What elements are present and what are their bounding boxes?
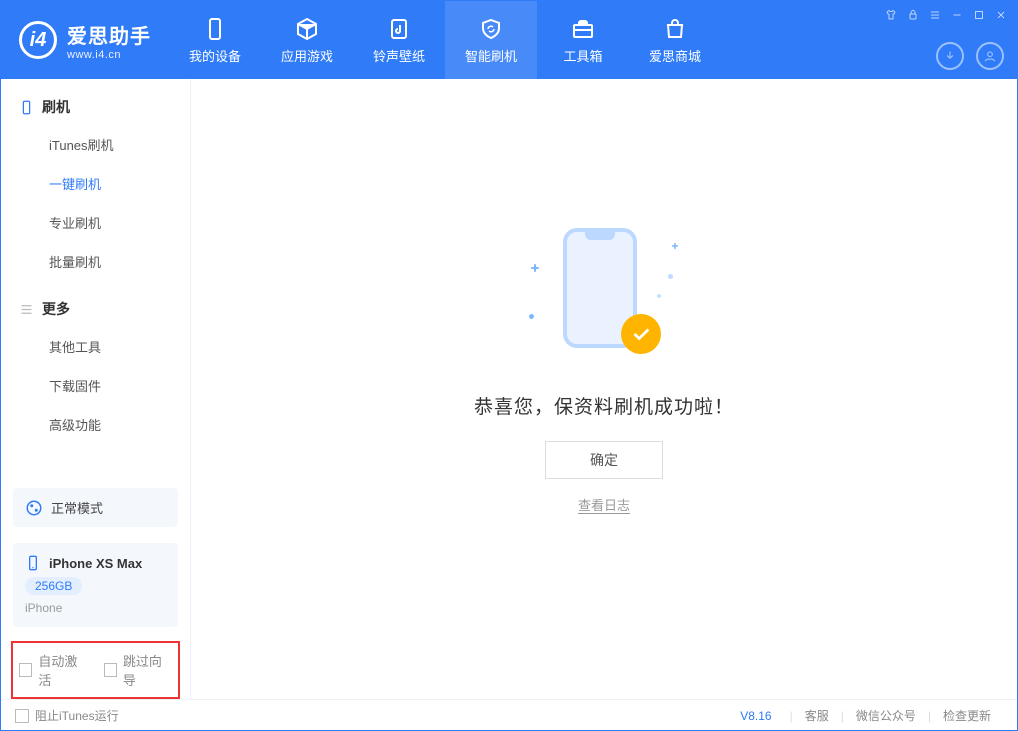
sidebar-item-onekey-flash[interactable]: 一键刷机: [1, 164, 190, 203]
toolbox-icon: [570, 16, 596, 42]
cube-icon: [294, 16, 320, 42]
nav-label: 智能刷机: [465, 46, 517, 65]
nav-flash[interactable]: 智能刷机: [445, 1, 537, 79]
main-nav: 我的设备 应用游戏 铃声壁纸 智能刷机 工具箱 爱思商城: [169, 1, 885, 79]
nav-my-device[interactable]: 我的设备: [169, 1, 261, 79]
sidebar-group-label: 更多: [42, 299, 70, 319]
bag-icon: [662, 16, 688, 42]
sidebar-item-pro-flash[interactable]: 专业刷机: [1, 203, 190, 242]
wechat-link[interactable]: 微信公众号: [844, 707, 928, 724]
main-content: 恭喜您，保资料刷机成功啦！ 确定 查看日志: [191, 79, 1017, 699]
success-message: 恭喜您，保资料刷机成功啦！: [474, 392, 734, 419]
checkbox-skip-guide[interactable]: 跳过向导: [104, 651, 173, 689]
device-icon: [202, 16, 228, 42]
device-icon: [25, 555, 41, 571]
sidebar-item-advanced[interactable]: 高级功能: [1, 405, 190, 444]
maximize-button[interactable]: [973, 9, 985, 24]
view-log-link[interactable]: 查看日志: [578, 495, 630, 514]
nav-ringtone[interactable]: 铃声壁纸: [353, 1, 445, 79]
nav-label: 铃声壁纸: [373, 46, 425, 65]
tshirt-icon[interactable]: [885, 9, 897, 24]
app-header: i4 爱思助手 www.i4.cn 我的设备 应用游戏 铃声壁纸 智能刷机 工具…: [1, 1, 1017, 79]
sidebar-group-flash: 刷机: [1, 79, 190, 125]
nav-label: 应用游戏: [281, 46, 333, 65]
status-bar: 阻止iTunes运行 V8.16 | 客服 | 微信公众号 | 检查更新: [1, 699, 1017, 731]
device-mode-card[interactable]: 正常模式: [13, 488, 178, 527]
minimize-button[interactable]: [951, 9, 963, 24]
check-update-link[interactable]: 检查更新: [931, 707, 1003, 724]
app-name: 爱思助手: [67, 20, 151, 49]
check-icon: [621, 314, 661, 354]
nav-label: 我的设备: [189, 46, 241, 65]
app-url: www.i4.cn: [67, 49, 151, 61]
device-name: iPhone XS Max: [49, 556, 142, 571]
list-icon: [19, 302, 34, 317]
logo: i4 爱思助手 www.i4.cn: [1, 1, 169, 79]
checkbox-label: 阻止iTunes运行: [35, 707, 119, 724]
shield-refresh-icon: [478, 16, 504, 42]
sidebar-item-itunes-flash[interactable]: iTunes刷机: [1, 125, 190, 164]
success-illustration: [529, 224, 679, 364]
ok-button[interactable]: 确定: [545, 441, 663, 479]
close-button[interactable]: [995, 9, 1007, 24]
checkbox-label: 自动激活: [38, 651, 87, 689]
support-link[interactable]: 客服: [793, 707, 841, 724]
device-storage-badge: 256GB: [25, 577, 82, 595]
sidebar-item-firmware[interactable]: 下载固件: [1, 366, 190, 405]
sidebar-group-label: 刷机: [42, 97, 70, 117]
account-button[interactable]: [976, 42, 1004, 70]
logo-icon: i4: [19, 21, 57, 59]
checkbox-label: 跳过向导: [123, 651, 172, 689]
checkbox-block-itunes[interactable]: 阻止iTunes运行: [15, 707, 119, 724]
checkbox-auto-activate[interactable]: 自动激活: [19, 651, 88, 689]
device-type: iPhone: [25, 601, 62, 615]
music-file-icon: [386, 16, 412, 42]
nav-label: 爱思商城: [649, 46, 701, 65]
status-icon: [25, 499, 43, 517]
phone-icon: [19, 100, 34, 115]
lock-icon[interactable]: [907, 9, 919, 24]
nav-store[interactable]: 爱思商城: [629, 1, 721, 79]
sidebar-item-batch-flash[interactable]: 批量刷机: [1, 242, 190, 281]
nav-apps[interactable]: 应用游戏: [261, 1, 353, 79]
sidebar-item-other-tools[interactable]: 其他工具: [1, 327, 190, 366]
sidebar: 刷机 iTunes刷机 一键刷机 专业刷机 批量刷机 更多 其他工具 下载固件 …: [1, 79, 191, 699]
nav-toolbox[interactable]: 工具箱: [537, 1, 629, 79]
device-card[interactable]: iPhone XS Max 256GB iPhone: [13, 543, 178, 627]
flash-options-box: 自动激活 跳过向导: [11, 641, 180, 699]
download-button[interactable]: [936, 42, 964, 70]
nav-label: 工具箱: [563, 46, 602, 65]
device-mode-label: 正常模式: [51, 498, 103, 517]
version-label: V8.16: [740, 709, 771, 723]
sidebar-group-more: 更多: [1, 281, 190, 327]
app-body: 刷机 iTunes刷机 一键刷机 专业刷机 批量刷机 更多 其他工具 下载固件 …: [1, 79, 1017, 699]
menu-icon[interactable]: [929, 9, 941, 24]
